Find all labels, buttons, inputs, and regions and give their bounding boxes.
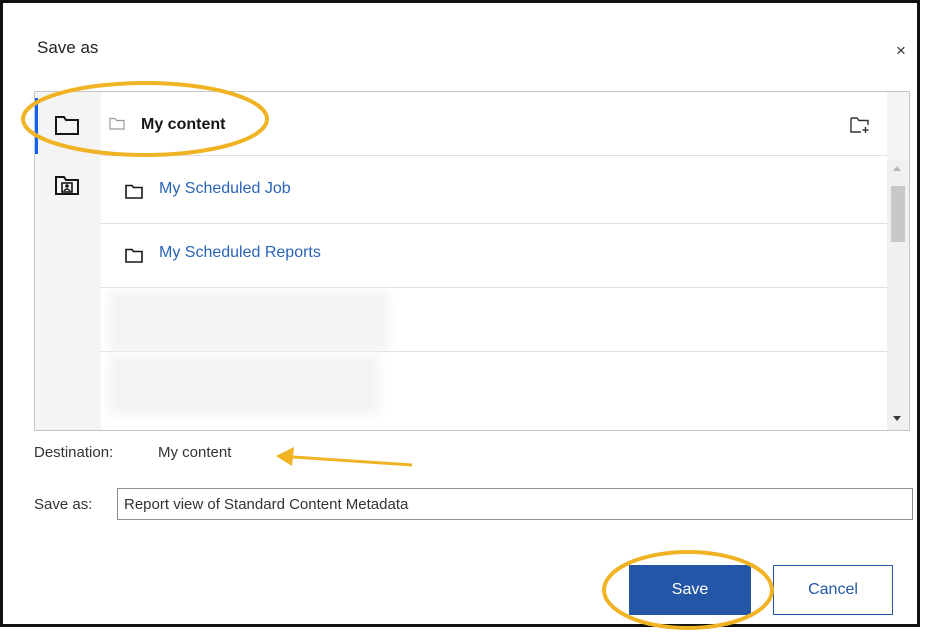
- rail-team-content-button[interactable]: [35, 154, 99, 216]
- redacted-row: [101, 352, 887, 416]
- folder-row[interactable]: My Scheduled Reports: [101, 224, 887, 288]
- folder-icon: [55, 116, 79, 135]
- redacted-row: [101, 288, 887, 352]
- folder-icon: [125, 184, 143, 204]
- redacted-content: [109, 292, 389, 350]
- save-as-input[interactable]: [117, 488, 913, 520]
- new-folder-icon[interactable]: [849, 116, 871, 139]
- redacted-content: [109, 356, 379, 414]
- left-rail: [35, 92, 101, 430]
- folder-row[interactable]: My Scheduled Job: [101, 160, 887, 224]
- folder-row-label[interactable]: My Scheduled Job: [159, 180, 291, 198]
- save-as-label: Save as:: [34, 496, 93, 513]
- breadcrumb-current[interactable]: My content: [141, 116, 225, 134]
- team-folder-icon: [55, 176, 79, 195]
- folder-icon: [109, 117, 125, 135]
- dialog-title: Save as: [37, 38, 99, 57]
- rail-my-content-button[interactable]: [35, 94, 99, 156]
- scroll-up-arrow-icon[interactable]: [893, 166, 901, 171]
- folder-row-label[interactable]: My Scheduled Reports: [159, 244, 321, 262]
- scroll-down-arrow-icon[interactable]: [893, 416, 901, 421]
- destination-label: Destination:: [34, 444, 114, 461]
- folder-icon: [125, 248, 143, 268]
- close-button[interactable]: ×: [896, 41, 906, 61]
- destination-value: My content: [158, 444, 232, 461]
- breadcrumb: My content: [101, 92, 887, 156]
- scrollbar-thumb[interactable]: [891, 186, 905, 242]
- content-browser: My content My Scheduled Job My Scheduled…: [34, 91, 910, 431]
- cancel-button[interactable]: Cancel: [773, 565, 893, 615]
- save-button[interactable]: Save: [629, 565, 751, 615]
- folder-pane: My content My Scheduled Job My Scheduled…: [101, 92, 887, 430]
- scrollbar[interactable]: [887, 160, 909, 430]
